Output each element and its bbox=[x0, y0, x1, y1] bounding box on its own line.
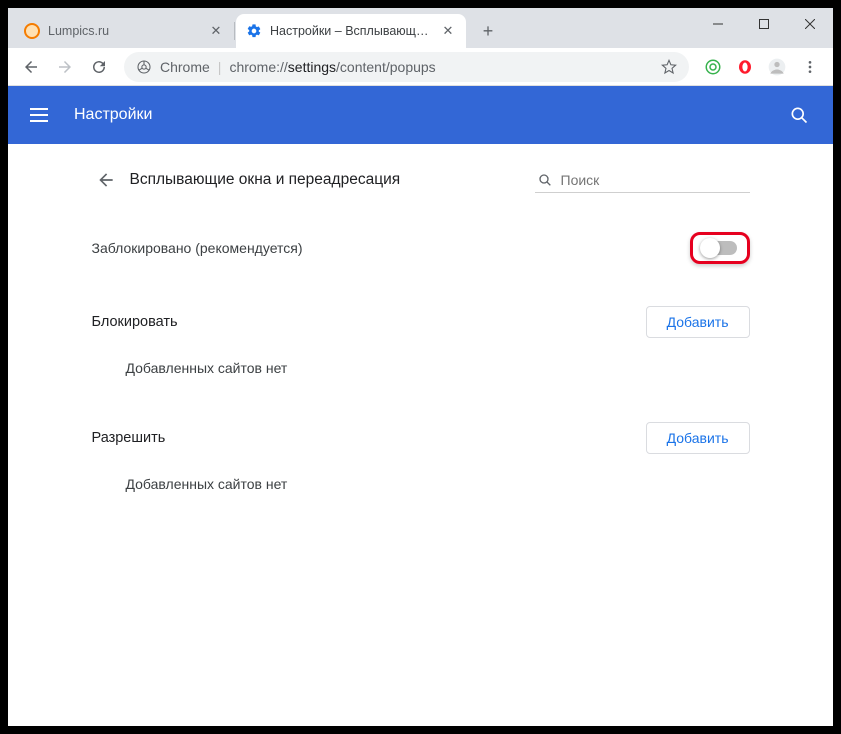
nav-forward-button[interactable] bbox=[50, 52, 80, 82]
nav-reload-button[interactable] bbox=[84, 52, 114, 82]
lumpics-favicon-icon bbox=[24, 23, 40, 39]
window-minimize-button[interactable] bbox=[695, 8, 741, 40]
allow-empty-message: Добавленных сайтов нет bbox=[86, 462, 756, 520]
allow-add-button[interactable]: Добавить bbox=[646, 422, 750, 454]
new-tab-button[interactable]: + bbox=[474, 17, 502, 45]
nav-back-button[interactable] bbox=[16, 52, 46, 82]
toggle-highlight bbox=[690, 232, 750, 264]
search-icon bbox=[537, 172, 553, 188]
blocked-toggle[interactable] bbox=[703, 241, 737, 255]
extension-yandex-icon[interactable] bbox=[699, 53, 727, 81]
block-add-button[interactable]: Добавить bbox=[646, 306, 750, 338]
page-back-button[interactable] bbox=[92, 166, 120, 194]
omnibox-divider: | bbox=[218, 59, 222, 75]
tab-title: Настройки – Всплывающие окн bbox=[270, 24, 432, 38]
omnibox-url: chrome://settings/content/popups bbox=[229, 59, 435, 75]
settings-header: Настройки bbox=[8, 86, 833, 144]
browser-menu-button[interactable] bbox=[795, 52, 825, 82]
block-section-title: Блокировать bbox=[92, 314, 178, 330]
omnibox[interactable]: Chrome | chrome://settings/content/popup… bbox=[124, 52, 689, 82]
chrome-icon bbox=[136, 59, 152, 75]
page-title: Всплывающие окна и переадресация bbox=[130, 171, 401, 189]
tab-title: Lumpics.ru bbox=[48, 24, 200, 38]
tab-settings[interactable]: Настройки – Всплывающие окн ✕ bbox=[236, 14, 466, 48]
inpage-search[interactable] bbox=[535, 168, 750, 193]
block-empty-message: Добавленных сайтов нет bbox=[86, 346, 756, 404]
settings-title: Настройки bbox=[74, 106, 152, 124]
hamburger-menu-button[interactable] bbox=[30, 103, 54, 127]
blocked-toggle-label: Заблокировано (рекомендуется) bbox=[92, 240, 303, 256]
window-maximize-button[interactable] bbox=[741, 8, 787, 40]
window-close-button[interactable] bbox=[787, 8, 833, 40]
close-icon[interactable]: ✕ bbox=[440, 23, 456, 39]
toggle-knob-icon bbox=[700, 238, 720, 258]
close-icon[interactable]: ✕ bbox=[208, 23, 224, 39]
extension-opera-icon[interactable] bbox=[731, 53, 759, 81]
profile-avatar-icon[interactable] bbox=[763, 53, 791, 81]
allow-section-title: Разрешить bbox=[92, 430, 166, 446]
tab-lumpics[interactable]: Lumpics.ru ✕ bbox=[14, 14, 234, 48]
bookmark-star-icon[interactable] bbox=[661, 59, 677, 75]
gear-icon bbox=[246, 23, 262, 39]
omnibox-secure-label: Chrome bbox=[160, 59, 210, 75]
search-input[interactable] bbox=[561, 172, 748, 188]
browser-toolbar: Chrome | chrome://settings/content/popup… bbox=[8, 48, 833, 86]
header-search-button[interactable] bbox=[787, 103, 811, 127]
